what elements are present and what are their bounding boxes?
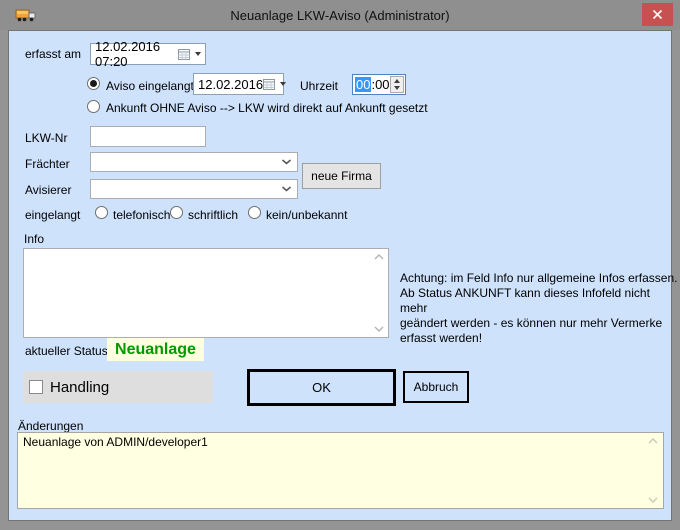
info-textarea[interactable]: [23, 248, 389, 338]
aviso-datepicker[interactable]: 12.02.2016: [193, 73, 284, 95]
uhrzeit-label: Uhrzeit: [300, 79, 338, 93]
avisierer-label: Avisierer: [25, 183, 71, 197]
time-spinner[interactable]: [390, 76, 404, 93]
eingelangt-label: eingelangt: [25, 208, 80, 222]
scroll-down-icon[interactable]: [372, 324, 386, 333]
neue-firma-button-label: neue Firma: [311, 169, 372, 183]
aviso-date-value: 12.02.2016: [198, 77, 263, 92]
spinner-up-button[interactable]: [391, 77, 403, 85]
warning-line: Achtung: im Feld Info nur allgemeine Inf…: [400, 271, 678, 286]
warning-line: Ab Status ANKUNFT kann dieses Infofeld n…: [400, 286, 678, 316]
calendar-icon: [263, 79, 275, 90]
up-arrow-icon: [394, 79, 400, 83]
time-minutes[interactable]: :00: [371, 77, 389, 92]
scroll-up-icon[interactable]: [646, 436, 660, 445]
close-icon: [652, 9, 663, 20]
calendar-icon: [178, 49, 190, 60]
dropdown-arrow-icon[interactable]: [195, 52, 201, 56]
fraechter-label: Frächter: [25, 157, 70, 171]
fraechter-combobox[interactable]: [90, 152, 298, 172]
lkw-nr-input[interactable]: [90, 126, 206, 147]
radio-schriftlich[interactable]: [170, 206, 183, 219]
uhrzeit-time-input[interactable]: 00 :00: [352, 74, 406, 95]
status-badge: Neuanlage: [107, 338, 204, 361]
erfasst-am-label: erfasst am: [25, 47, 81, 61]
window-title: Neuanlage LKW-Aviso (Administrator): [0, 8, 680, 23]
handling-label: Handling: [50, 379, 109, 396]
handling-checkbox[interactable]: [29, 380, 43, 394]
warning-line: erfasst werden!: [400, 331, 678, 346]
radio-telefonisch-label: telefonisch: [113, 208, 170, 222]
radio-aviso-eingelangt[interactable]: [87, 77, 100, 90]
erfasst-am-datepicker[interactable]: 12.02.2016 07:20: [90, 43, 206, 65]
radio-kein-unbekannt[interactable]: [248, 206, 261, 219]
titlebar[interactable]: Neuanlage LKW-Aviso (Administrator): [0, 0, 680, 30]
aenderungen-textarea[interactable]: Neuanlage von ADMIN/developer1: [17, 432, 664, 509]
chevron-down-icon: [281, 186, 292, 192]
avisierer-combobox[interactable]: [90, 179, 298, 199]
info-warning-text: Achtung: im Feld Info nur allgemeine Inf…: [400, 271, 678, 346]
neue-firma-button[interactable]: neue Firma: [302, 163, 381, 189]
dropdown-arrow-icon[interactable]: [280, 82, 286, 86]
radio-aviso-eingelangt-label: Aviso eingelangt: [106, 79, 194, 93]
close-button[interactable]: [642, 3, 673, 26]
dialog-window: Neuanlage LKW-Aviso (Administrator) erfa…: [0, 0, 680, 530]
down-arrow-icon: [394, 86, 400, 90]
radio-kein-unbekannt-label: kein/unbekannt: [266, 208, 347, 222]
chevron-down-icon: [281, 159, 292, 165]
scroll-up-icon[interactable]: [372, 252, 386, 261]
lkw-nr-label: LKW-Nr: [25, 131, 67, 145]
abbruch-button-label: Abbruch: [414, 380, 459, 394]
scroll-down-icon[interactable]: [646, 495, 660, 504]
handling-group: Handling: [23, 371, 213, 403]
radio-schriftlich-label: schriftlich: [188, 208, 238, 222]
status-label: aktueller Status: [25, 344, 108, 358]
erfasst-am-value: 12.02.2016 07:20: [95, 39, 178, 69]
info-label: Info: [24, 232, 44, 246]
spinner-down-button[interactable]: [391, 85, 403, 93]
ok-button-label: OK: [312, 380, 331, 395]
time-hours-selected[interactable]: 00: [355, 77, 371, 92]
aenderungen-label: Änderungen: [18, 419, 83, 433]
radio-ankunft-ohne-aviso[interactable]: [87, 100, 100, 113]
radio-ankunft-ohne-aviso-label: Ankunft OHNE Aviso --> LKW wird direkt a…: [106, 101, 428, 115]
radio-telefonisch[interactable]: [95, 206, 108, 219]
warning-line: geändert werden - es können nur mehr Ver…: [400, 316, 678, 331]
abbruch-button[interactable]: Abbruch: [403, 371, 469, 403]
truck-icon: [15, 7, 39, 23]
ok-button[interactable]: OK: [247, 369, 396, 406]
